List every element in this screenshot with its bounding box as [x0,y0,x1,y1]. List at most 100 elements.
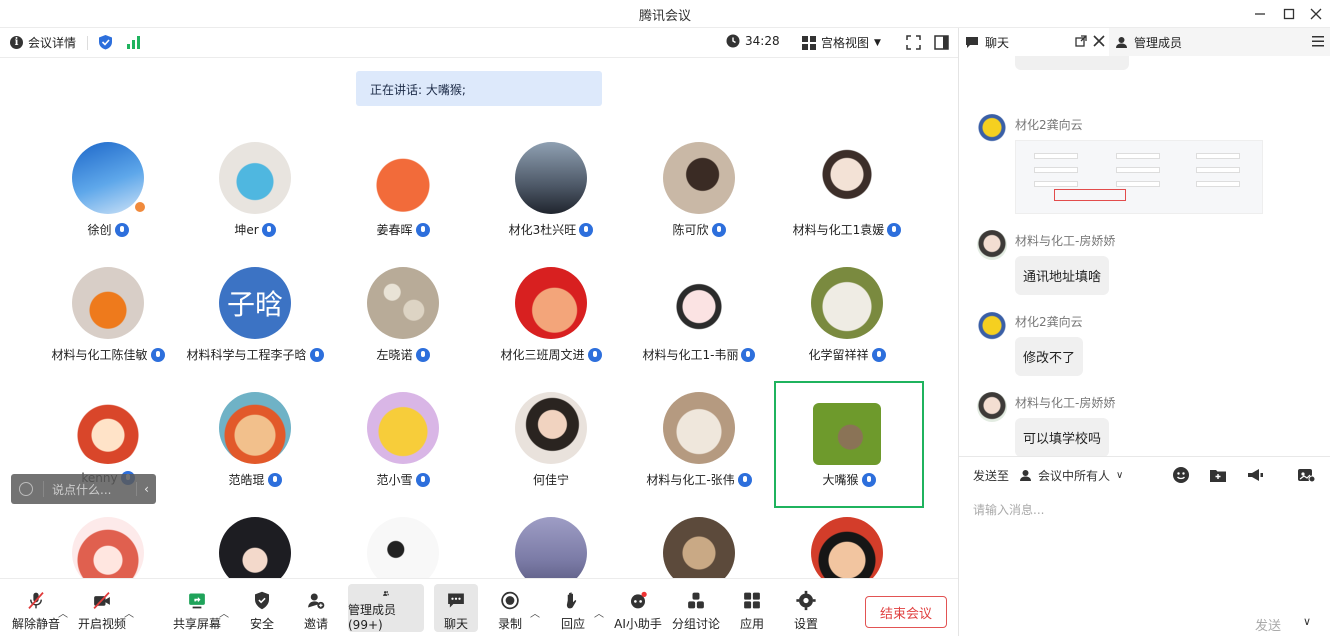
participant-name: 材料与化工1-韦丽 [625,346,773,363]
participant-name: 何佳宁 [532,473,569,487]
reaction-options-caret[interactable]: ︿ [594,605,604,620]
title-bar: 腾讯会议 [0,0,1330,28]
popout-button[interactable] [1075,35,1087,47]
participant-tile[interactable] [329,492,477,578]
participant-tile[interactable]: 姜春晖 [329,117,477,241]
video-button[interactable]: 开启视频 [74,584,130,632]
breakout-rooms-button[interactable]: 分组讨论 [668,584,724,632]
chevron-left-icon[interactable]: ‹ [136,482,156,496]
message-sender: 材化2龚向云 [1015,118,1083,132]
end-meeting-button[interactable]: 结束会议 [865,596,947,628]
invite-button[interactable]: 邀请 [288,584,344,632]
chevron-down-icon: ∨ [1116,470,1124,481]
tab-chat[interactable]: 聊天 [965,34,1009,51]
participant-tile[interactable]: 范皓琨 [181,367,329,491]
participant-name: 范小雪 [329,471,477,488]
message-bubble [1015,56,1129,70]
security-shield-button[interactable] [98,34,113,50]
avatar [811,267,883,339]
security-button[interactable]: 安全 [234,584,290,632]
minimize-button[interactable] [1250,4,1270,24]
message-input[interactable]: 请输入消息... [973,501,1044,518]
send-button[interactable]: 发送 [1255,615,1281,634]
participant-tile[interactable]: 陈可欣 [625,117,773,241]
participant-tile[interactable]: 材料与化工1-韦丽 [625,242,773,366]
participant-tile[interactable]: 坤er [181,117,329,241]
screenshot-icon[interactable] [1297,466,1315,484]
participant-tile[interactable]: 范小雪 [329,367,477,491]
participant-tile[interactable]: 化学留祥祥 [773,242,921,366]
participant-tile[interactable] [181,492,329,578]
add-user-icon [308,593,325,609]
mic-icon [261,222,276,237]
view-mode-label: 宫格视图 [821,36,870,50]
user-icon [1020,470,1032,481]
record-options-caret[interactable]: ︿ [530,605,540,620]
menu-icon [1312,36,1324,47]
mute-options-caret[interactable]: ︿ [58,605,68,620]
mic-icon [267,472,282,487]
participant-tile[interactable] [477,492,625,578]
avatar [367,517,439,578]
participant-tile[interactable]: 材料与化工陈佳敏 [34,242,182,366]
emoji-icon[interactable] [1172,466,1190,484]
participant-tile[interactable]: kenny [34,367,182,491]
maximize-button[interactable] [1279,4,1299,24]
avatar: 子晗 [219,267,291,339]
meeting-info-button[interactable]: i 会议详情 [10,34,76,51]
quick-comment-bar[interactable]: 说点什么... ‹ [11,474,156,504]
participant-tile[interactable]: 徐创 [34,117,182,241]
chat-button[interactable]: 聊天 [434,584,478,632]
avatar [977,114,1007,144]
panel-menu-button[interactable] [1312,36,1324,47]
participant-tile[interactable] [34,492,182,578]
reaction-button[interactable]: 回应 [545,584,601,632]
avatar [219,142,291,214]
announcement-icon[interactable] [1246,466,1264,484]
participant-tile[interactable]: 材料与化工1袁媛 [773,117,921,241]
apps-button[interactable]: 应用 [724,584,780,632]
participant-tile[interactable]: 材化3杜兴旺 [477,117,625,241]
fullscreen-button[interactable] [906,35,921,50]
folder-icon[interactable] [1209,466,1227,484]
toggle-sidebar-button[interactable] [934,35,949,50]
send-to-selector[interactable]: 发送至 会议中所有人 ∨ [973,467,1123,484]
video-options-caret[interactable]: ︿ [124,605,134,620]
participant-tile[interactable]: 材料与化工-张伟 [625,367,773,491]
avatar [515,142,587,214]
tab-members[interactable]: 管理成员 [1115,34,1182,51]
chat-panel: 聊天 管理成员 材化2龚向云 材料与化工-房娇娇 通讯地址填啥 材化2龚向云 修… [958,28,1330,636]
message-image[interactable] [1015,140,1263,214]
settings-button[interactable]: 设置 [778,584,834,632]
share-options-caret[interactable]: ︿ [219,605,229,620]
close-chat-button[interactable] [1093,35,1105,47]
avatar [367,392,439,464]
send-to-label: 发送至 [973,469,1010,483]
send-options-caret[interactable]: ∨ [1303,615,1311,628]
quick-comment-input[interactable]: 说点什么... [52,481,111,498]
message-sender: 材化2龚向云 [1015,315,1083,329]
avatar [663,142,735,214]
network-signal-button[interactable] [126,36,141,49]
smiley-icon[interactable] [19,482,33,496]
manage-members-button[interactable]: 管理成员(99+) [348,584,424,632]
participant-tile[interactable]: 左晓诺 [329,242,477,366]
view-mode-button[interactable]: 宫格视图 ▼ [802,34,881,51]
participant-tile[interactable] [625,492,773,578]
ai-assistant-button[interactable]: AI小助手 [610,584,666,632]
participant-tile[interactable]: 何佳宁 [477,367,625,491]
participant-tile[interactable]: 子晗 材料科学与工程李子晗 [181,242,329,366]
hand-icon [566,592,577,609]
mute-button[interactable]: 解除静音 [8,584,64,632]
active-speaker-tile[interactable]: 大嘴猴 [774,381,924,508]
mic-icon [309,347,324,362]
mic-icon [579,222,594,237]
participant-tile[interactable] [773,492,921,578]
tab-members-label: 管理成员 [1134,36,1183,50]
avatar [813,403,881,465]
close-button[interactable] [1306,4,1326,24]
send-to-target: 会议中所有人 [1038,469,1111,483]
share-screen-button[interactable]: 共享屏幕 [169,584,225,632]
message-bubble: 修改不了 [1015,337,1084,376]
participant-tile[interactable]: 材化三班周文进 [477,242,625,366]
